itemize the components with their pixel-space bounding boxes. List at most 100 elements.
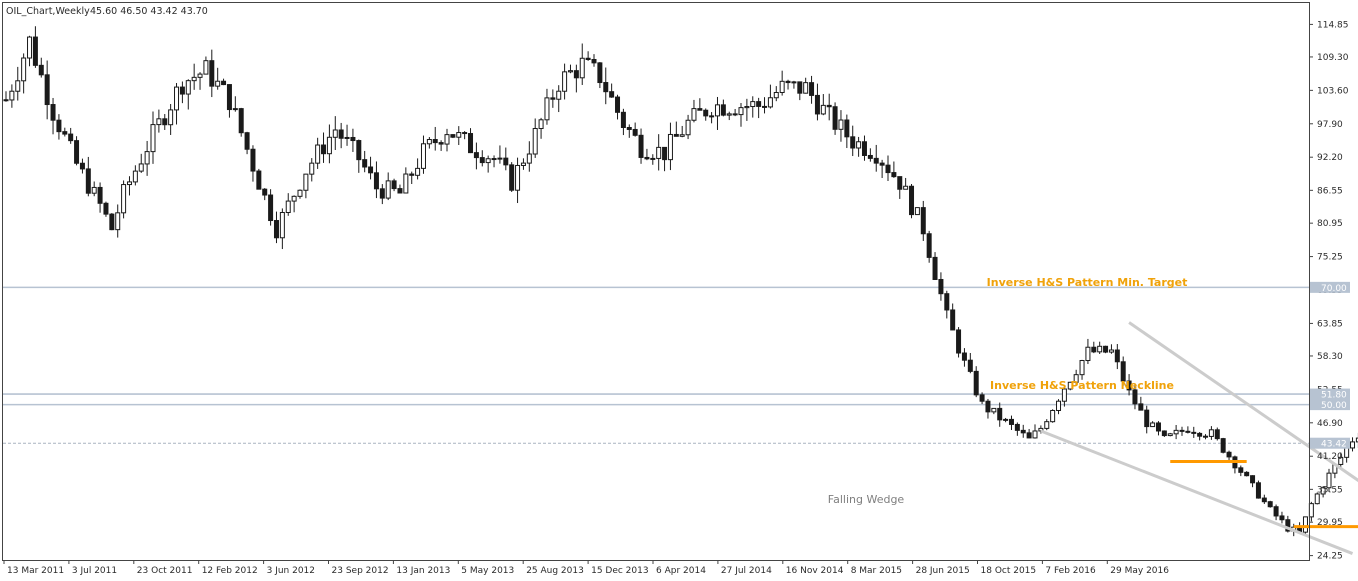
x-tick-label: 25 Aug 2013 <box>526 566 584 576</box>
candle-body <box>920 207 926 235</box>
candle-body <box>662 146 668 161</box>
candle-body <box>338 129 344 139</box>
candle-body <box>1144 409 1150 428</box>
candle-body <box>961 352 967 361</box>
candle-body <box>1226 451 1232 458</box>
candle-body <box>1314 493 1320 505</box>
candle-body <box>1250 475 1256 484</box>
candle-body <box>79 162 85 170</box>
candle-body <box>27 36 33 59</box>
candle-body <box>244 132 250 150</box>
candle-body <box>691 108 697 121</box>
candle-body <box>685 119 691 136</box>
candle-body <box>15 80 21 92</box>
candle-body <box>379 188 385 199</box>
candle-body <box>97 186 103 204</box>
candle-body <box>326 136 332 155</box>
candle-body <box>532 128 538 155</box>
candlestick-chart: 114.85 109.30 103.60 97.90 92.20 86.55 80.95 75… <box>0 0 1358 581</box>
candle-body <box>1026 432 1032 439</box>
y-tick-label: 86.55 <box>1317 186 1343 196</box>
candle-body <box>620 111 626 128</box>
x-tick-label: 6 Apr 2014 <box>656 566 706 576</box>
price-tag-label: 50.00 <box>1321 401 1347 411</box>
candle-body <box>550 97 556 100</box>
candle-body <box>491 158 497 161</box>
candle-body <box>944 293 950 311</box>
candle-body <box>238 108 244 134</box>
candle-body <box>1097 345 1103 353</box>
candle-body <box>444 134 450 145</box>
candle-body <box>509 164 515 191</box>
candle-body <box>673 133 679 137</box>
candle-body <box>779 80 785 93</box>
candle-body <box>803 82 809 94</box>
candle-body <box>744 106 750 109</box>
candle-body <box>162 118 168 126</box>
y-tick-label: 35.55 <box>1317 485 1343 495</box>
candle-body <box>303 173 309 191</box>
candle-body <box>1020 429 1026 434</box>
candle-body <box>538 119 544 130</box>
candle-body <box>615 96 621 113</box>
candle-body <box>797 81 803 94</box>
candle-body <box>738 107 744 116</box>
candle-body <box>215 80 221 87</box>
candle-body <box>1056 400 1062 411</box>
y-tick-label: 97.90 <box>1317 120 1343 130</box>
candle-body <box>138 163 144 172</box>
candle-body <box>897 176 903 190</box>
chart-ohlc: 45.60 46.50 43.42 43.70 <box>90 6 208 17</box>
candle-body <box>391 180 397 190</box>
candle-body <box>1267 501 1273 508</box>
candle-body <box>62 131 68 135</box>
x-tick-label: 12 Feb 2012 <box>202 566 258 576</box>
candle-body <box>479 157 485 164</box>
candle-body <box>373 172 379 190</box>
candle-body <box>344 136 350 139</box>
candle-body <box>1191 431 1197 434</box>
candle-body <box>1155 422 1161 432</box>
y-tick-label: 41.20 <box>1317 452 1343 462</box>
candle-body <box>556 90 562 100</box>
candle-body <box>1244 471 1250 477</box>
y-tick-label: 75.25 <box>1317 253 1343 263</box>
candle-body <box>726 113 732 116</box>
candle-body <box>1103 345 1109 353</box>
candle-body <box>650 157 656 160</box>
candle-body <box>667 133 673 161</box>
candle-body <box>1138 403 1144 411</box>
x-tick-label: 27 Jul 2014 <box>721 566 772 576</box>
candle-body <box>56 119 62 133</box>
candle-body <box>385 180 391 199</box>
candle-body <box>767 97 773 108</box>
x-tick-label: 15 Dec 2013 <box>591 566 649 576</box>
candle-body <box>932 256 938 280</box>
candle-body <box>1302 516 1308 533</box>
candle-body <box>50 104 56 121</box>
candle-body <box>838 119 844 130</box>
candle-body <box>850 136 856 149</box>
candle-body <box>485 158 491 164</box>
candle-body <box>597 62 603 84</box>
candle-body <box>356 140 362 161</box>
y-tick-label: 92.20 <box>1317 153 1343 163</box>
y-tick-label: 114.85 <box>1317 20 1349 30</box>
candle-body <box>262 188 268 196</box>
candle-body <box>9 90 15 101</box>
x-tick-label: 18 Oct 2015 <box>981 566 1037 576</box>
candle-body <box>420 143 426 169</box>
x-tick-label: 3 Jul 2011 <box>72 566 117 576</box>
candle-body <box>456 132 462 138</box>
candle-body <box>256 170 262 190</box>
candle-body <box>973 370 979 396</box>
candle-body <box>1350 441 1356 449</box>
candle-body <box>632 128 638 136</box>
candle-body <box>232 108 238 111</box>
candle-body <box>873 157 879 164</box>
candle-body <box>991 407 997 413</box>
candle-body <box>368 166 374 174</box>
candle-body <box>273 220 279 239</box>
candle-body <box>714 104 720 117</box>
candle-body <box>820 104 826 115</box>
